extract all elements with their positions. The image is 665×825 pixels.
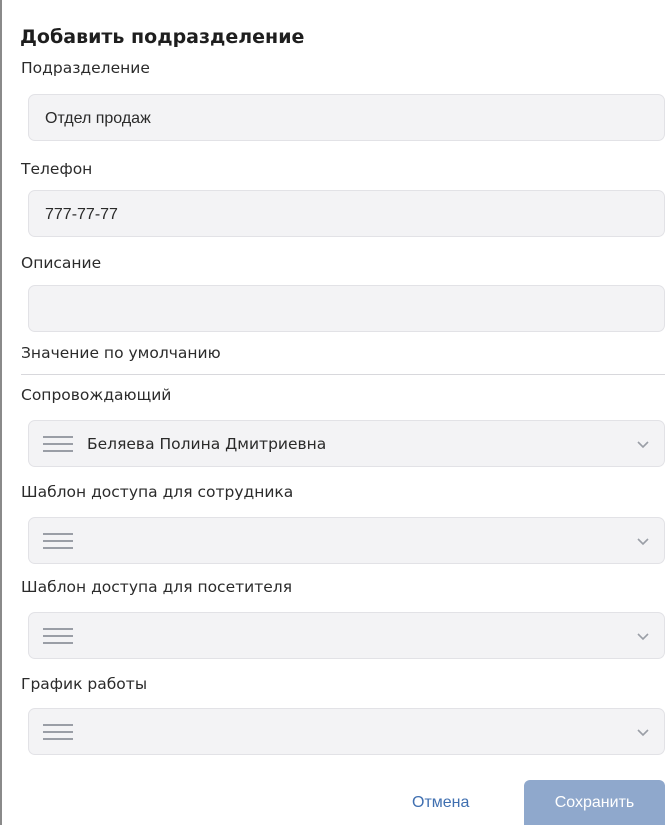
visitor-template-select[interactable]	[28, 612, 665, 659]
visitor-template-label: Шаблон доступа для посетителя	[21, 578, 293, 596]
defaults-heading: Значение по умолчанию	[21, 344, 221, 362]
chevron-down-icon	[637, 441, 649, 449]
schedule-label: График работы	[21, 675, 148, 693]
save-button[interactable]: Сохранить	[524, 780, 665, 825]
escort-select[interactable]: Беляева Полина Дмитриевна	[28, 420, 665, 467]
chevron-down-icon	[637, 633, 649, 641]
employee-template-label: Шаблон доступа для сотрудника	[21, 483, 294, 501]
phone-field[interactable]: 777-77-77	[28, 190, 665, 237]
phone-value: 777-77-77	[45, 206, 118, 223]
list-icon	[43, 533, 73, 550]
description-label: Описание	[21, 254, 102, 272]
cancel-button[interactable]: Отмена	[412, 780, 469, 825]
chevron-down-icon	[637, 729, 649, 737]
dialog-title: Добавить подразделение	[20, 26, 305, 48]
department-value: Отдел продаж	[45, 110, 151, 127]
section-divider	[21, 374, 665, 375]
description-field[interactable]	[28, 285, 665, 332]
list-icon	[43, 628, 73, 645]
phone-label: Телефон	[21, 160, 93, 178]
list-icon	[43, 436, 73, 453]
schedule-select[interactable]	[28, 708, 665, 755]
escort-value: Беляева Полина Дмитриевна	[87, 435, 327, 453]
add-department-dialog: Добавить подразделение Подразделение Отд…	[0, 0, 665, 825]
department-field[interactable]: Отдел продаж	[28, 94, 665, 141]
chevron-down-icon	[637, 538, 649, 546]
escort-label: Сопровождающий	[21, 386, 172, 404]
employee-template-select[interactable]	[28, 517, 665, 564]
department-label: Подразделение	[21, 59, 150, 77]
list-icon	[43, 724, 73, 741]
